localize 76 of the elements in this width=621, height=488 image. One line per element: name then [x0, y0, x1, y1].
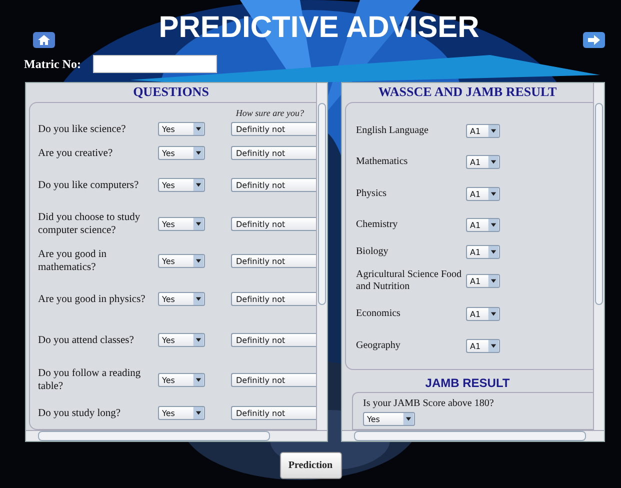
caret-icon: [193, 218, 204, 230]
certainty-dropdown[interactable]: Definitly not: [231, 292, 316, 306]
question-label: Do you study long?: [38, 406, 122, 420]
subject-label: English Language: [356, 125, 430, 137]
caret-icon: [193, 374, 204, 386]
caret-icon: [488, 125, 499, 137]
dropdown[interactable]: Yes: [158, 217, 205, 231]
subject-label: Physics: [356, 188, 388, 200]
question-label: Are you good in physics?: [38, 292, 146, 306]
dropdown[interactable]: A1: [466, 124, 500, 138]
home-icon[interactable]: [33, 32, 55, 48]
certainty-dropdown[interactable]: Definitly not: [231, 254, 316, 268]
question-label: Do you attend classes?: [38, 334, 135, 346]
certainty-dropdown[interactable]: Definitly not: [231, 217, 316, 231]
question-label: Do you follow a reading table?: [38, 367, 142, 393]
vertical-scrollbar[interactable]: [593, 83, 604, 430]
dropdown[interactable]: A1: [466, 187, 500, 201]
horizontal-scrollbar[interactable]: [342, 430, 604, 441]
certainty-dropdown[interactable]: Definitly not: [231, 178, 316, 192]
dropdown[interactable]: A1: [466, 339, 500, 353]
caret-icon: [488, 188, 499, 200]
dropdown[interactable]: A1: [466, 155, 500, 169]
certainty-dropdown[interactable]: Definitly not: [231, 333, 316, 347]
certainty-dropdown[interactable]: Definitly not: [231, 122, 316, 136]
jamb-question: Is your JAMB Score above 180?: [363, 398, 495, 409]
subject-label: Mathematics: [356, 156, 409, 168]
dropdown[interactable]: Yes: [158, 254, 205, 268]
app-title: PREDICTIVE ADVISER: [158, 10, 480, 46]
question-label: Do you like computers?: [38, 178, 140, 192]
certainty-dropdown[interactable]: Definitly not: [231, 373, 316, 387]
caret-icon: [193, 179, 204, 191]
dropdown[interactable]: A1: [466, 274, 500, 288]
subject-label: Chemistry: [356, 219, 399, 231]
subject-label: Agricultural Science Food and Nutrition: [356, 269, 463, 293]
dropdown[interactable]: Yes: [158, 406, 205, 420]
certainty-dropdown[interactable]: Definitly not: [231, 406, 316, 420]
section-title: JAMB RESULT: [424, 376, 511, 390]
dropdown[interactable]: Yes: [158, 373, 205, 387]
caret-icon: [488, 246, 499, 258]
caret-icon: [488, 156, 499, 168]
certainty-dropdown[interactable]: Definitly not: [231, 146, 316, 160]
caret-icon: [488, 275, 499, 287]
caret-icon: [193, 123, 204, 135]
dropdown[interactable]: Yes: [158, 178, 205, 192]
caret-icon: [488, 340, 499, 352]
dropdown[interactable]: Yes: [158, 122, 205, 136]
question-label: Are you good in mathematics?: [38, 248, 108, 274]
dropdown[interactable]: A1: [466, 218, 500, 232]
matric-input-field[interactable]: [92, 55, 217, 73]
question-label: Did you choose to study computer science?: [38, 211, 142, 237]
subject-label: Economics: [356, 308, 402, 320]
question-label: Are you creative?: [38, 146, 114, 160]
prediction-button[interactable]: Prediction: [280, 452, 342, 479]
panel-title: WASSCE AND JAMB RESULT: [377, 83, 558, 100]
matric-label: Matric No:: [24, 56, 81, 72]
caret-icon: [488, 219, 499, 231]
caret-icon: [193, 334, 204, 346]
caret-icon: [488, 308, 499, 320]
dropdown[interactable]: A1: [466, 307, 500, 321]
subject-label: Geography: [356, 340, 402, 352]
dropdown[interactable]: A1: [466, 245, 500, 259]
caret-icon: [193, 147, 204, 159]
caret-icon: [193, 293, 204, 305]
dropdown[interactable]: Yes: [363, 412, 415, 426]
subject-label: Biology: [356, 246, 390, 258]
caret-icon: [193, 255, 204, 267]
dropdown[interactable]: Yes: [158, 146, 205, 160]
question-label: Do you like science?: [38, 122, 127, 136]
certainty-heading: How sure are you?: [236, 108, 304, 118]
vertical-scrollbar[interactable]: [316, 83, 327, 430]
dropdown[interactable]: Yes: [158, 292, 205, 306]
caret-icon: [403, 413, 414, 425]
horizontal-scrollbar[interactable]: [26, 430, 327, 441]
caret-icon: [193, 407, 204, 419]
panel-title: QUESTIONS: [132, 83, 210, 100]
dropdown[interactable]: Yes: [158, 333, 205, 347]
